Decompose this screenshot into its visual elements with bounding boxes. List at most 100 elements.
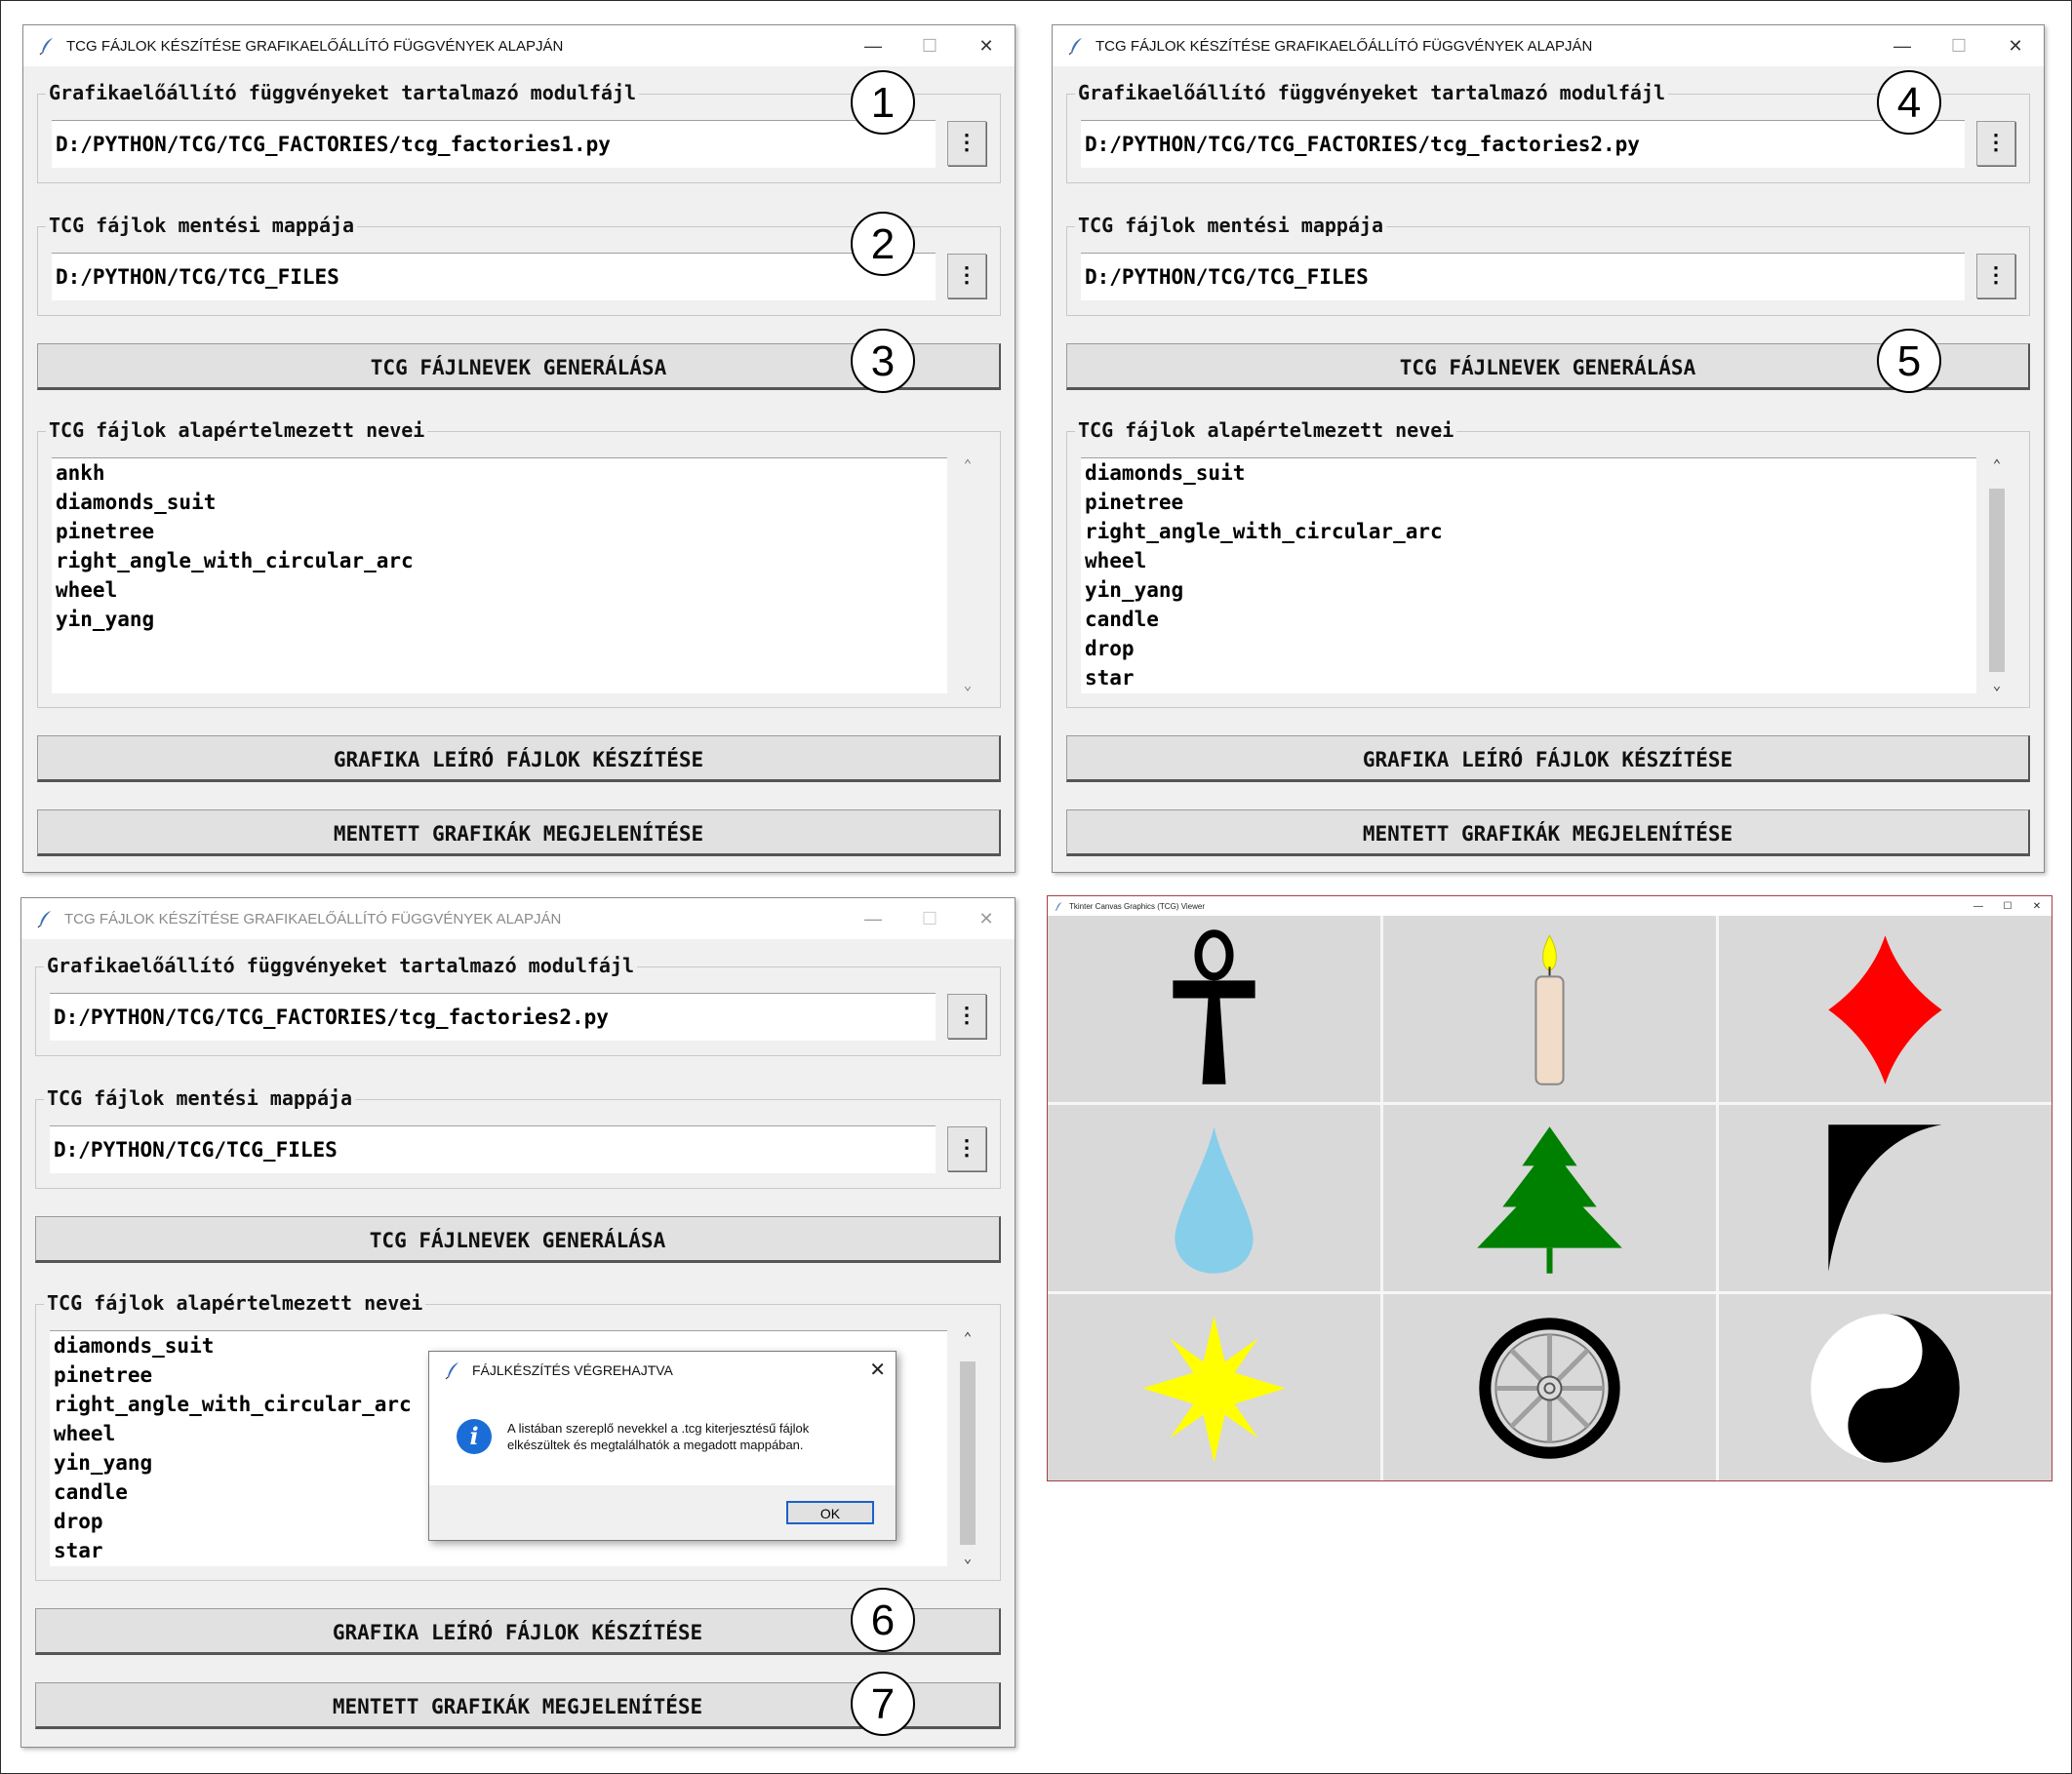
maximize-button[interactable]: ☐ <box>901 25 958 66</box>
cell-candle <box>1383 916 1716 1102</box>
list-item[interactable]: diamonds_suit <box>1081 458 1976 488</box>
browse-module-button[interactable]: ⋮ <box>947 121 986 166</box>
browse-folder-button[interactable]: ⋮ <box>1976 254 2015 298</box>
close-button[interactable]: ✕ <box>2022 901 2052 912</box>
dialog-titlebar: FÁJLKÉSZÍTÉS VÉGREHAJTVA ✕ <box>429 1352 896 1389</box>
star-icon <box>1142 1316 1286 1463</box>
window-titlebar: TCG FÁJLOK KÉSZÍTÉSE GRAFIKAELŐÁLLÍTÓ FÜ… <box>21 898 1015 939</box>
ok-button[interactable]: OK <box>786 1501 874 1524</box>
create-descriptor-files-button[interactable]: GRAFIKA LEÍRÓ FÁJLOK KÉSZÍTÉSE <box>37 735 1001 782</box>
show-saved-graphics-button[interactable]: MENTETT GRAFIKÁK MEGJELENÍTÉSE <box>37 809 1001 856</box>
drop-icon <box>1175 1126 1254 1274</box>
tcg-maker-window-1: TCG FÁJLOK KÉSZÍTÉSE GRAFIKAELŐÁLLÍTÓ FÜ… <box>22 24 1016 873</box>
list-item[interactable]: right_angle_with_circular_arc <box>52 546 947 575</box>
generate-filenames-button[interactable]: TCG FÁJLNEVEK GENERÁLÁSA <box>35 1216 1001 1263</box>
minimize-button[interactable]: — <box>1874 25 1931 66</box>
minimize-button[interactable]: — <box>845 898 901 939</box>
maximize-button[interactable]: ☐ <box>1931 25 1987 66</box>
list-item[interactable]: pinetree <box>52 517 947 546</box>
list-item[interactable]: star <box>1081 663 1976 692</box>
cell-diamonds-suit <box>1719 916 2052 1102</box>
viewer-titlebar: Tkinter Canvas Graphics (TCG) Viewer — ☐… <box>1048 896 2052 916</box>
completion-dialog: FÁJLKÉSZÍTÉS VÉGREHAJTVA ✕ i A listában … <box>428 1351 897 1541</box>
close-button[interactable]: ✕ <box>958 25 1015 66</box>
browse-folder-button[interactable]: ⋮ <box>947 1126 986 1171</box>
callout-2: 2 <box>851 212 915 276</box>
module-file-legend: Grafikaelőállító függvényeket tartalmazó… <box>1075 81 1669 104</box>
callout-7: 7 <box>851 1672 915 1736</box>
list-scrollbar[interactable]: ⌃ ⌄ <box>957 1330 978 1566</box>
cell-ankh <box>1048 916 1380 1102</box>
cell-pinetree <box>1383 1105 1716 1291</box>
diamonds-suit-icon <box>1828 935 1942 1084</box>
candle-icon <box>1534 934 1565 1085</box>
default-names-group: TCG fájlok alapértelmezett nevei diamond… <box>1066 418 2030 708</box>
list-item[interactable]: right_angle_with_circular_arc <box>1081 517 1976 546</box>
maximize-button[interactable]: ☐ <box>901 898 958 939</box>
module-file-legend: Grafikaelőállító függvényeket tartalmazó… <box>44 954 638 977</box>
list-item[interactable]: wheel <box>52 575 947 605</box>
save-folder-legend: TCG fájlok mentési mappája <box>44 1086 356 1110</box>
save-folder-group: TCG fájlok mentési mappája D:/PYTHON/TCG… <box>1066 214 2030 316</box>
save-folder-input[interactable]: D:/PYTHON/TCG/TCG_FILES <box>1081 253 1965 300</box>
module-path-input[interactable]: D:/PYTHON/TCG/TCG_FACTORIES/tcg_factorie… <box>52 120 936 168</box>
names-listbox[interactable]: ankh diamonds_suit pinetree right_angle_… <box>52 457 986 693</box>
list-item[interactable]: pinetree <box>1081 488 1976 517</box>
list-scrollbar[interactable]: ⌃ ⌄ <box>1986 457 2008 693</box>
close-button[interactable]: ✕ <box>1987 25 2044 66</box>
scroll-down-icon[interactable]: ⌄ <box>957 678 978 693</box>
names-listbox[interactable]: diamonds_suit pinetree right_angle_with_… <box>1081 457 2015 693</box>
callout-5: 5 <box>1877 329 1941 393</box>
feather-icon <box>443 1360 462 1380</box>
pinetree-icon <box>1477 1126 1622 1274</box>
create-descriptor-files-button[interactable]: GRAFIKA LEÍRÓ FÁJLOK KÉSZÍTÉSE <box>1066 735 2030 782</box>
cell-wheel <box>1383 1294 1716 1480</box>
module-path-input[interactable]: D:/PYTHON/TCG/TCG_FACTORIES/tcg_factorie… <box>50 993 936 1041</box>
browse-module-button[interactable]: ⋮ <box>1976 121 2015 166</box>
show-saved-graphics-button[interactable]: MENTETT GRAFIKÁK MEGJELENÍTÉSE <box>1066 809 2030 856</box>
close-button[interactable]: ✕ <box>958 898 1015 939</box>
scroll-down-icon[interactable]: ⌄ <box>957 1551 978 1566</box>
cell-star <box>1048 1294 1380 1480</box>
scroll-up-icon[interactable]: ⌃ <box>1986 457 2008 473</box>
wheel-icon <box>1479 1318 1620 1459</box>
viewer-title: Tkinter Canvas Graphics (TCG) Viewer <box>1069 901 1205 911</box>
list-item[interactable]: yin_yang <box>52 605 947 634</box>
right-angle-arc-icon <box>1828 1124 1942 1272</box>
window-titlebar: TCG FÁJLOK KÉSZÍTÉSE GRAFIKAELŐÁLLÍTÓ FÜ… <box>1053 25 2044 66</box>
list-item[interactable]: yin_yang <box>1081 575 1976 605</box>
dialog-title: FÁJLKÉSZÍTÉS VÉGREHAJTVA <box>472 1362 673 1378</box>
dialog-close-button[interactable]: ✕ <box>869 1358 886 1382</box>
save-folder-input[interactable]: D:/PYTHON/TCG/TCG_FILES <box>50 1125 936 1173</box>
names-list[interactable]: ankh diamonds_suit pinetree right_angle_… <box>52 457 947 693</box>
module-path-input[interactable]: D:/PYTHON/TCG/TCG_FACTORIES/tcg_factorie… <box>1081 120 1965 168</box>
callout-4: 4 <box>1877 70 1941 135</box>
feather-icon <box>1066 36 1086 56</box>
list-scrollbar[interactable]: ⌃ ⌄ <box>957 457 978 693</box>
scroll-up-icon[interactable]: ⌃ <box>957 457 978 473</box>
browse-folder-button[interactable]: ⋮ <box>947 254 986 298</box>
scroll-thumb[interactable] <box>960 1361 976 1545</box>
list-item[interactable]: diamonds_suit <box>52 488 947 517</box>
cell-right-angle-arc <box>1719 1105 2052 1291</box>
callout-3: 3 <box>851 329 915 393</box>
list-item[interactable]: candle <box>1081 605 1976 634</box>
yin-yang-icon <box>1811 1314 1960 1463</box>
minimize-button[interactable]: — <box>845 25 901 66</box>
window-titlebar: TCG FÁJLOK KÉSZÍTÉSE GRAFIKAELŐÁLLÍTÓ FÜ… <box>23 25 1015 66</box>
list-item[interactable]: drop <box>1081 634 1976 663</box>
dialog-message: A listában szereplő nevekkel a .tcg kite… <box>507 1421 810 1452</box>
list-item[interactable]: ankh <box>52 458 947 488</box>
browse-module-button[interactable]: ⋮ <box>947 994 986 1039</box>
scroll-up-icon[interactable]: ⌃ <box>957 1330 978 1346</box>
scroll-down-icon[interactable]: ⌄ <box>1986 678 2008 693</box>
scroll-thumb[interactable] <box>1989 489 2005 672</box>
save-folder-input[interactable]: D:/PYTHON/TCG/TCG_FILES <box>52 253 936 300</box>
list-item[interactable]: wheel <box>1081 546 1976 575</box>
callout-1: 1 <box>851 70 915 135</box>
maximize-button[interactable]: ☐ <box>1993 901 2022 912</box>
minimize-button[interactable]: — <box>1964 901 1993 912</box>
default-names-legend: TCG fájlok alapértelmezett nevei <box>1075 418 1457 442</box>
tcg-viewer-window: Tkinter Canvas Graphics (TCG) Viewer — ☐… <box>1047 895 2052 1481</box>
names-list[interactable]: diamonds_suit pinetree right_angle_with_… <box>1081 457 1976 693</box>
